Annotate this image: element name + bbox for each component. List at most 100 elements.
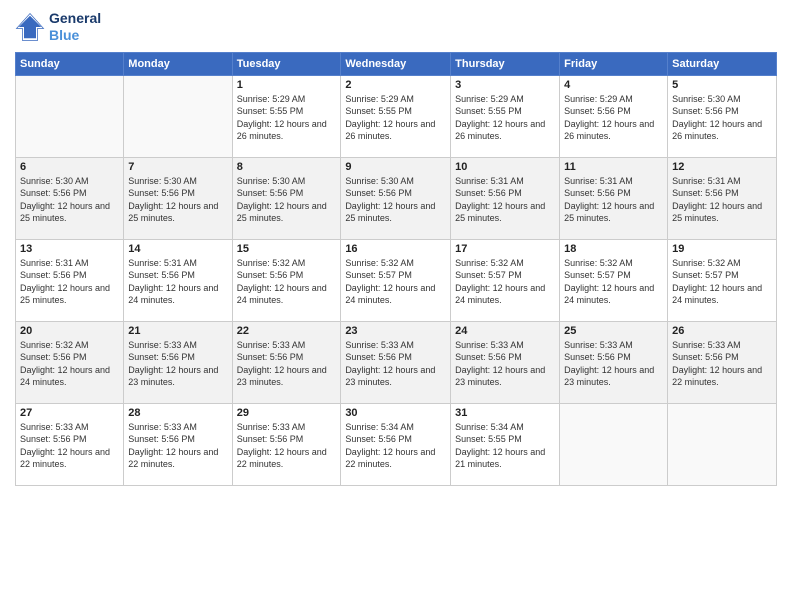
day-number: 5 <box>672 79 772 91</box>
day-info: Sunrise: 5:30 AM Sunset: 5:56 PM Dayligh… <box>20 175 119 225</box>
calendar-cell: 30 Sunrise: 5:34 AM Sunset: 5:56 PM Dayli… <box>341 403 451 485</box>
calendar-cell: 29 Sunrise: 5:33 AM Sunset: 5:56 PM Dayli… <box>232 403 341 485</box>
day-info: Sunrise: 5:31 AM Sunset: 5:56 PM Dayligh… <box>672 175 772 225</box>
day-info: Sunrise: 5:31 AM Sunset: 5:56 PM Dayligh… <box>455 175 555 225</box>
day-info: Sunrise: 5:34 AM Sunset: 5:55 PM Dayligh… <box>455 421 555 471</box>
day-info: Sunrise: 5:30 AM Sunset: 5:56 PM Dayligh… <box>128 175 227 225</box>
weekday-header-sunday: Sunday <box>16 52 124 75</box>
day-info: Sunrise: 5:31 AM Sunset: 5:56 PM Dayligh… <box>564 175 663 225</box>
day-number: 1 <box>237 79 337 91</box>
day-info: Sunrise: 5:33 AM Sunset: 5:56 PM Dayligh… <box>455 339 555 389</box>
day-number: 23 <box>345 325 446 337</box>
day-number: 17 <box>455 243 555 255</box>
calendar-cell: 13 Sunrise: 5:31 AM Sunset: 5:56 PM Dayli… <box>16 239 124 321</box>
day-number: 6 <box>20 161 119 173</box>
calendar-cell: 10 Sunrise: 5:31 AM Sunset: 5:56 PM Dayli… <box>451 157 560 239</box>
day-number: 27 <box>20 407 119 419</box>
day-info: Sunrise: 5:33 AM Sunset: 5:56 PM Dayligh… <box>128 339 227 389</box>
calendar-week-row: 27 Sunrise: 5:33 AM Sunset: 5:56 PM Dayli… <box>16 403 777 485</box>
page: GeneralBlue SundayMondayTuesdayWednesday… <box>0 0 792 612</box>
calendar-week-row: 6 Sunrise: 5:30 AM Sunset: 5:56 PM Daylig… <box>16 157 777 239</box>
calendar-week-row: 20Sunrise: 5:32 AM Sunset: 5:56 PM Dayli… <box>16 321 777 403</box>
calendar-cell: 23 Sunrise: 5:33 AM Sunset: 5:56 PM Dayli… <box>341 321 451 403</box>
day-number: 18 <box>564 243 663 255</box>
calendar-cell: 27 Sunrise: 5:33 AM Sunset: 5:56 PM Dayli… <box>16 403 124 485</box>
calendar-cell: 16 Sunrise: 5:32 AM Sunset: 5:57 PM Dayli… <box>341 239 451 321</box>
calendar-cell: 15Sunrise: 5:32 AM Sunset: 5:56 PM Dayli… <box>232 239 341 321</box>
logo-text: GeneralBlue <box>49 10 101 44</box>
calendar-cell: 9Sunrise: 5:30 AM Sunset: 5:56 PM Daylig… <box>341 157 451 239</box>
day-number: 2 <box>345 79 446 91</box>
calendar-cell: 3 Sunrise: 5:29 AM Sunset: 5:55 PM Daylig… <box>451 75 560 157</box>
calendar-week-row: 1 Sunrise: 5:29 AM Sunset: 5:55 PM Daylig… <box>16 75 777 157</box>
day-number: 4 <box>564 79 663 91</box>
day-info: Sunrise: 5:33 AM Sunset: 5:56 PM Dayligh… <box>128 421 227 471</box>
weekday-header-monday: Monday <box>124 52 232 75</box>
day-info: Sunrise: 5:30 AM Sunset: 5:56 PM Dayligh… <box>345 175 446 225</box>
day-number: 16 <box>345 243 446 255</box>
day-info: Sunrise: 5:33 AM Sunset: 5:56 PM Dayligh… <box>564 339 663 389</box>
weekday-header-wednesday: Wednesday <box>341 52 451 75</box>
day-info: Sunrise: 5:29 AM Sunset: 5:55 PM Dayligh… <box>345 93 446 143</box>
calendar-cell <box>124 75 232 157</box>
day-info: Sunrise: 5:32 AM Sunset: 5:56 PM Dayligh… <box>20 339 119 389</box>
day-info: Sunrise: 5:30 AM Sunset: 5:56 PM Dayligh… <box>237 175 337 225</box>
day-info: Sunrise: 5:31 AM Sunset: 5:56 PM Dayligh… <box>20 257 119 307</box>
day-number: 31 <box>455 407 555 419</box>
day-number: 13 <box>20 243 119 255</box>
day-number: 10 <box>455 161 555 173</box>
calendar-cell: 14 Sunrise: 5:31 AM Sunset: 5:56 PM Dayli… <box>124 239 232 321</box>
day-number: 14 <box>128 243 227 255</box>
calendar-cell: 2 Sunrise: 5:29 AM Sunset: 5:55 PM Daylig… <box>341 75 451 157</box>
calendar-cell: 12 Sunrise: 5:31 AM Sunset: 5:56 PM Dayli… <box>668 157 777 239</box>
day-number: 29 <box>237 407 337 419</box>
calendar-cell: 4 Sunrise: 5:29 AM Sunset: 5:56 PM Daylig… <box>560 75 668 157</box>
day-info: Sunrise: 5:29 AM Sunset: 5:55 PM Dayligh… <box>455 93 555 143</box>
calendar-cell: 17 Sunrise: 5:32 AM Sunset: 5:57 PM Dayli… <box>451 239 560 321</box>
calendar-week-row: 13 Sunrise: 5:31 AM Sunset: 5:56 PM Dayli… <box>16 239 777 321</box>
calendar-cell: 6 Sunrise: 5:30 AM Sunset: 5:56 PM Daylig… <box>16 157 124 239</box>
day-number: 11 <box>564 161 663 173</box>
day-number: 12 <box>672 161 772 173</box>
day-number: 19 <box>672 243 772 255</box>
calendar-cell: 18 Sunrise: 5:32 AM Sunset: 5:57 PM Dayli… <box>560 239 668 321</box>
day-number: 28 <box>128 407 227 419</box>
calendar-cell <box>16 75 124 157</box>
calendar-cell: 20Sunrise: 5:32 AM Sunset: 5:56 PM Dayli… <box>16 321 124 403</box>
day-info: Sunrise: 5:31 AM Sunset: 5:56 PM Dayligh… <box>128 257 227 307</box>
calendar-table: SundayMondayTuesdayWednesdayThursdayFrid… <box>15 52 777 486</box>
day-number: 3 <box>455 79 555 91</box>
day-number: 24 <box>455 325 555 337</box>
day-info: Sunrise: 5:33 AM Sunset: 5:56 PM Dayligh… <box>20 421 119 471</box>
day-info: Sunrise: 5:32 AM Sunset: 5:57 PM Dayligh… <box>564 257 663 307</box>
day-number: 7 <box>128 161 227 173</box>
calendar-cell: 22Sunrise: 5:33 AM Sunset: 5:56 PM Dayli… <box>232 321 341 403</box>
day-info: Sunrise: 5:32 AM Sunset: 5:57 PM Dayligh… <box>672 257 772 307</box>
calendar-cell: 7 Sunrise: 5:30 AM Sunset: 5:56 PM Daylig… <box>124 157 232 239</box>
day-number: 8 <box>237 161 337 173</box>
logo-icon <box>15 12 45 42</box>
calendar-cell: 31 Sunrise: 5:34 AM Sunset: 5:55 PM Dayli… <box>451 403 560 485</box>
weekday-header-tuesday: Tuesday <box>232 52 341 75</box>
day-info: Sunrise: 5:32 AM Sunset: 5:57 PM Dayligh… <box>455 257 555 307</box>
calendar-cell: 24 Sunrise: 5:33 AM Sunset: 5:56 PM Dayli… <box>451 321 560 403</box>
calendar-cell: 28 Sunrise: 5:33 AM Sunset: 5:56 PM Dayli… <box>124 403 232 485</box>
logo: GeneralBlue <box>15 10 101 44</box>
header: GeneralBlue <box>15 10 777 44</box>
day-info: Sunrise: 5:33 AM Sunset: 5:56 PM Dayligh… <box>345 339 446 389</box>
calendar-cell: 26Sunrise: 5:33 AM Sunset: 5:56 PM Dayli… <box>668 321 777 403</box>
calendar-cell <box>668 403 777 485</box>
day-number: 21 <box>128 325 227 337</box>
calendar-cell: 5Sunrise: 5:30 AM Sunset: 5:56 PM Daylig… <box>668 75 777 157</box>
day-info: Sunrise: 5:33 AM Sunset: 5:56 PM Dayligh… <box>237 421 337 471</box>
calendar-cell: 1 Sunrise: 5:29 AM Sunset: 5:55 PM Daylig… <box>232 75 341 157</box>
day-info: Sunrise: 5:29 AM Sunset: 5:55 PM Dayligh… <box>237 93 337 143</box>
day-info: Sunrise: 5:34 AM Sunset: 5:56 PM Dayligh… <box>345 421 446 471</box>
day-info: Sunrise: 5:29 AM Sunset: 5:56 PM Dayligh… <box>564 93 663 143</box>
calendar-cell: 19 Sunrise: 5:32 AM Sunset: 5:57 PM Dayli… <box>668 239 777 321</box>
day-info: Sunrise: 5:33 AM Sunset: 5:56 PM Dayligh… <box>672 339 772 389</box>
day-number: 30 <box>345 407 446 419</box>
day-info: Sunrise: 5:33 AM Sunset: 5:56 PM Dayligh… <box>237 339 337 389</box>
day-number: 25 <box>564 325 663 337</box>
day-info: Sunrise: 5:32 AM Sunset: 5:57 PM Dayligh… <box>345 257 446 307</box>
